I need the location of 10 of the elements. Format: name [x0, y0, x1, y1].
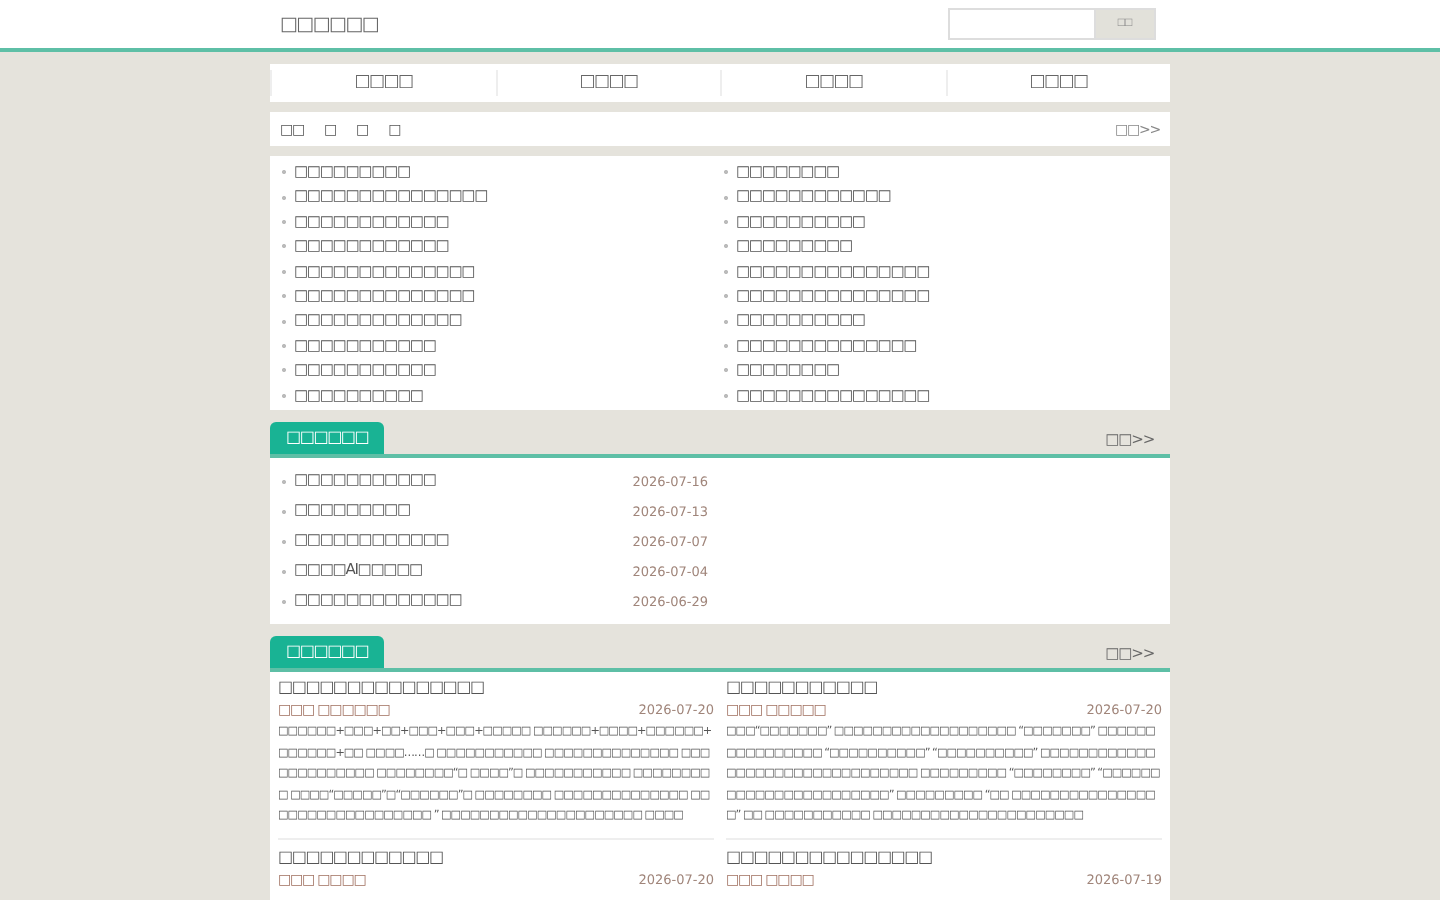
- article-title[interactable]: □□□□□□□□□□□□□□□: [726, 843, 1162, 870]
- nav-link[interactable]: □□□□: [270, 70, 495, 96]
- article-title[interactable]: □□□□□□□□□□□: [726, 674, 1162, 701]
- search-field[interactable]: [948, 8, 1096, 40]
- article-title[interactable]: □□□□□□□□□□□□: [278, 843, 714, 870]
- nav-link[interactable]: □□□□: [495, 70, 720, 96]
- site-title: □□□□□□: [280, 13, 379, 35]
- nav-link[interactable]: □□□□: [720, 70, 945, 96]
- nav-link[interactable]: □□□□: [945, 70, 1170, 96]
- article-title[interactable]: □□□□□□□□□□□□□□□: [278, 674, 714, 701]
